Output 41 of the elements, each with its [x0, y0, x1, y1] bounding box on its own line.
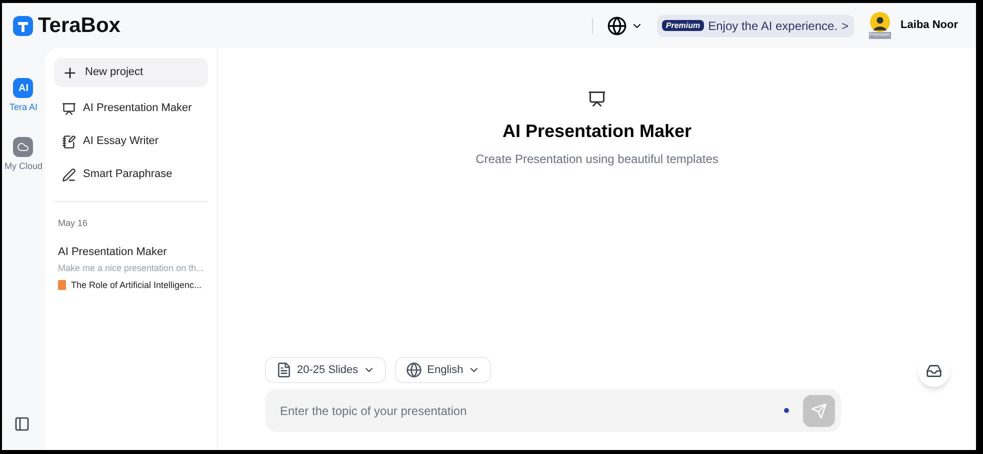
document-icon: [276, 362, 292, 378]
user-name: Laiba Noor: [900, 18, 958, 34]
cloud-icon: [13, 136, 34, 156]
topic-input[interactable]: Enter the topic of your presentation: [280, 402, 784, 420]
file-icon: [58, 280, 66, 290]
send-icon: [811, 402, 827, 418]
inbox-button[interactable]: [918, 355, 950, 387]
presentation-icon: [62, 102, 76, 116]
ai-icon: AI: [13, 78, 34, 98]
tool-item[interactable]: Smart Paraphrase: [54, 158, 208, 191]
logo-icon: [12, 14, 34, 36]
presentation-icon: [588, 90, 606, 108]
history-date: May 16: [58, 217, 89, 230]
globe-icon: [406, 362, 422, 378]
pen-icon: [62, 168, 76, 182]
notebook-icon: [62, 134, 76, 148]
prompt-box[interactable]: Enter the topic of your presentation: [265, 389, 841, 432]
plus-icon: [62, 64, 78, 80]
promo-text: Enjoy the AI experience.: [708, 18, 838, 34]
globe-icon: [606, 16, 627, 36]
history-subtitle: Make me a nice presentation on th...: [58, 262, 204, 275]
option-dropdown[interactable]: English: [395, 357, 492, 383]
file-name: The Role of Artificial Intelligenc...: [71, 278, 202, 292]
page-subtitle: Create Presentation using beautiful templates: [476, 151, 718, 168]
option-dropdown[interactable]: 20-25 Slides: [265, 357, 386, 383]
history-item[interactable]: AI Presentation Maker Make me a nice presentation on th... The Role of Artificial Intelligenc...: [58, 244, 204, 292]
tool-item[interactable]: AI Essay Writer: [54, 125, 208, 158]
history-title: AI Presentation Maker: [58, 244, 168, 260]
rail-item[interactable]: My Cloud: [4, 136, 42, 173]
rail-item[interactable]: AI Tera AI: [9, 78, 38, 114]
tool-item[interactable]: AI Presentation Maker: [54, 92, 208, 125]
language-button[interactable]: [606, 16, 643, 36]
inbox-icon: [926, 363, 942, 379]
promo-banner[interactable]: Premium Enjoy the AI experience. >: [656, 14, 854, 36]
new-project-button[interactable]: New project: [54, 58, 208, 87]
sidebar-toggle-icon[interactable]: [14, 416, 30, 432]
logo-text: TeraBox: [38, 12, 120, 39]
avatar[interactable]: [870, 12, 890, 32]
page-title: AI Presentation Maker: [502, 120, 692, 143]
promo-arrow: >: [842, 18, 849, 34]
premium-badge: Premium: [662, 20, 704, 31]
